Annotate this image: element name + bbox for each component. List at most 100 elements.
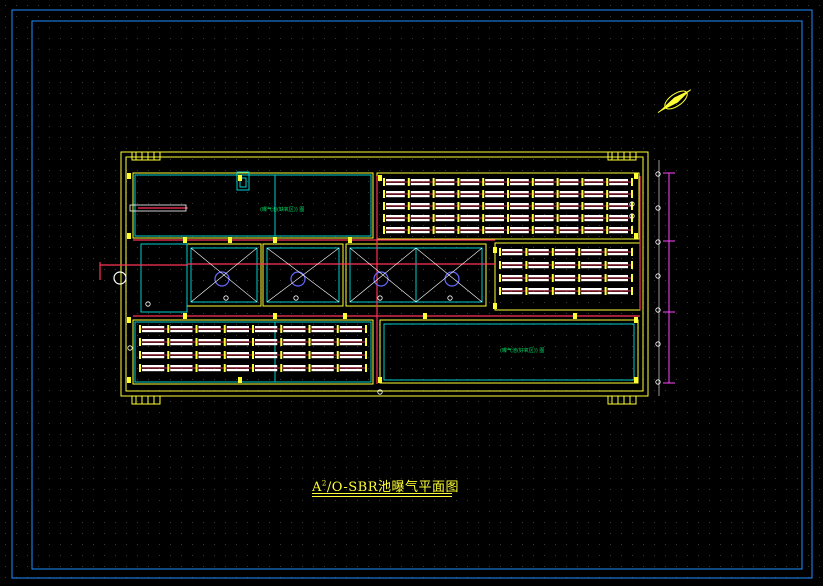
valve xyxy=(238,377,242,383)
diffuser xyxy=(339,356,362,359)
diffuser xyxy=(485,179,504,182)
valve xyxy=(482,214,485,222)
valve xyxy=(273,237,277,243)
valve xyxy=(606,190,609,198)
valve xyxy=(482,202,485,210)
valve xyxy=(383,190,385,198)
diffuser xyxy=(559,219,579,222)
valve xyxy=(482,190,485,198)
diffuser xyxy=(410,203,430,206)
diffuser xyxy=(607,253,628,256)
diffuser xyxy=(559,231,579,234)
valve xyxy=(604,248,607,256)
diffuser xyxy=(435,207,455,210)
valve xyxy=(634,173,638,179)
valve xyxy=(432,202,435,210)
valve xyxy=(432,226,435,234)
diffuser xyxy=(534,219,554,222)
diffuser xyxy=(435,191,455,194)
diffuser xyxy=(255,339,278,342)
diffuser xyxy=(534,183,554,186)
diffuser xyxy=(170,365,193,368)
diffuser xyxy=(502,262,523,265)
diffuser xyxy=(198,326,221,329)
diffuser xyxy=(198,330,221,333)
diffuser xyxy=(283,369,306,372)
valve xyxy=(336,338,339,346)
valve xyxy=(457,190,460,198)
valve xyxy=(223,351,226,359)
valve xyxy=(139,338,141,346)
diffuser xyxy=(386,231,405,234)
diffuser xyxy=(198,339,221,342)
diffuser xyxy=(410,231,430,234)
valve xyxy=(273,313,277,319)
diffuser xyxy=(460,215,480,218)
diffuser xyxy=(435,219,455,222)
valve xyxy=(127,317,131,323)
diffuser xyxy=(339,369,362,372)
valve xyxy=(634,377,638,383)
diffuser xyxy=(534,191,554,194)
diffuser xyxy=(609,207,628,210)
valve xyxy=(556,178,559,186)
diffuser xyxy=(584,215,604,218)
diffuser xyxy=(584,191,604,194)
diffuser xyxy=(170,352,193,355)
valve xyxy=(581,178,584,186)
valve xyxy=(407,190,410,198)
valve xyxy=(482,226,485,234)
diffuser xyxy=(502,253,523,256)
diffuser xyxy=(559,179,579,182)
diffuser xyxy=(559,203,579,206)
diffuser xyxy=(410,227,430,230)
diffuser xyxy=(609,203,628,206)
valve xyxy=(525,261,528,269)
valve xyxy=(252,338,254,346)
diffuser xyxy=(485,215,504,218)
diffuser xyxy=(198,352,221,355)
valve xyxy=(423,313,427,319)
diffuser xyxy=(502,275,523,278)
valve xyxy=(581,214,584,222)
diffuser xyxy=(510,219,529,222)
diffuser xyxy=(142,326,165,329)
valve xyxy=(280,338,283,346)
diffuser xyxy=(485,183,504,186)
diffuser xyxy=(142,365,165,368)
diffuser xyxy=(554,279,576,282)
diffuser xyxy=(607,288,628,291)
diffuser xyxy=(339,339,362,342)
valve xyxy=(343,313,347,319)
diffuser xyxy=(534,203,554,206)
diffuser xyxy=(410,183,430,186)
valve xyxy=(631,248,633,256)
diffuser xyxy=(435,179,455,182)
valve xyxy=(482,178,485,186)
valve xyxy=(308,364,311,372)
valve xyxy=(252,325,254,333)
valve xyxy=(578,248,581,256)
diffuser xyxy=(581,279,602,282)
diffuser xyxy=(226,343,249,346)
diffuser xyxy=(410,179,430,182)
valve xyxy=(531,178,534,186)
diffuser xyxy=(534,179,554,182)
valve xyxy=(308,351,311,359)
diffuser xyxy=(198,365,221,368)
valve xyxy=(499,287,501,295)
diffuser xyxy=(534,231,554,234)
diffuser xyxy=(510,191,529,194)
diffuser xyxy=(528,253,549,256)
valve xyxy=(238,175,242,181)
valve xyxy=(581,226,584,234)
diffuser xyxy=(460,219,480,222)
diffuser xyxy=(554,288,576,291)
valve xyxy=(578,287,581,295)
diffuser xyxy=(311,343,334,346)
valve xyxy=(507,226,509,234)
diffuser xyxy=(528,279,549,282)
diffuser xyxy=(584,219,604,222)
valve xyxy=(631,190,633,198)
valve xyxy=(507,214,509,222)
